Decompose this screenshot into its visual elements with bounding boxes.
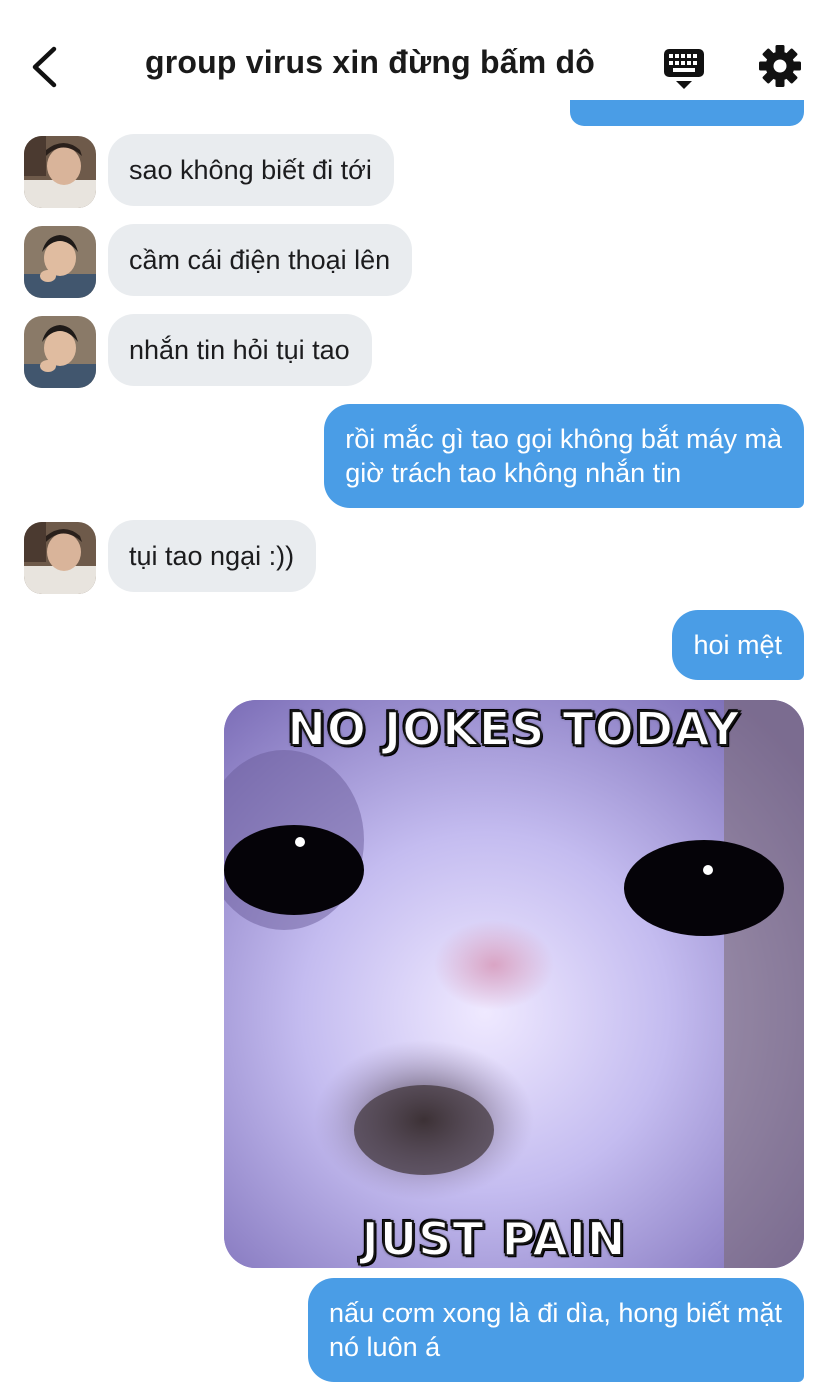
message-text: cầm cái điện thoại lên [129, 245, 391, 275]
sticker-image[interactable]: NO JOKES TODAY JUST PAIN [224, 700, 804, 1268]
message-text-line: nó luôn á [329, 1332, 441, 1362]
message-text-line: giờ trách tao không nhắn tin [345, 458, 682, 488]
message-text: tụi tao ngại :)) [129, 541, 295, 571]
back-button[interactable] [26, 44, 66, 90]
avatar[interactable] [24, 226, 96, 298]
avatar[interactable] [24, 316, 96, 388]
crying-cat-image [224, 700, 804, 1268]
message-text-line: nấu cơm xong là đi dìa, hong biết mặt [329, 1298, 782, 1328]
keyboard-button[interactable] [660, 46, 708, 92]
message-bubble[interactable]: cầm cái điện thoại lên [108, 224, 413, 296]
gear-icon [759, 45, 801, 87]
message-text: hoi mệt [693, 630, 782, 660]
settings-button[interactable] [758, 44, 802, 88]
sticker-top-caption: NO JOKES TODAY [286, 701, 741, 757]
avatar[interactable] [24, 522, 96, 594]
sticker-bottom-caption: JUST PAIN [361, 1211, 627, 1267]
chevron-left-icon [32, 46, 57, 88]
keyboard-icon [664, 49, 704, 89]
chat-title: group virus xin đừng bấm dô [145, 44, 595, 80]
message-bubble[interactable]: rồi mắc gì tao gọi không bắt máy mà giờ … [324, 404, 804, 508]
message-text: sao không biết đi tới [129, 155, 372, 185]
message-text: nhắn tin hỏi tụi tao [129, 335, 350, 365]
message-bubble[interactable]: hoi mệt [672, 610, 804, 680]
message-bubble[interactable]: tụi tao ngại :)) [108, 520, 317, 592]
previous-message-bubble[interactable] [570, 100, 804, 126]
message-text-line: rồi mắc gì tao gọi không bắt máy mà [345, 424, 782, 454]
message-bubble[interactable]: nhắn tin hỏi tụi tao [108, 314, 372, 386]
message-bubble[interactable]: sao không biết đi tới [108, 134, 394, 206]
avatar[interactable] [24, 136, 96, 208]
message-bubble[interactable]: nấu cơm xong là đi dìa, hong biết mặt nó… [308, 1278, 804, 1382]
